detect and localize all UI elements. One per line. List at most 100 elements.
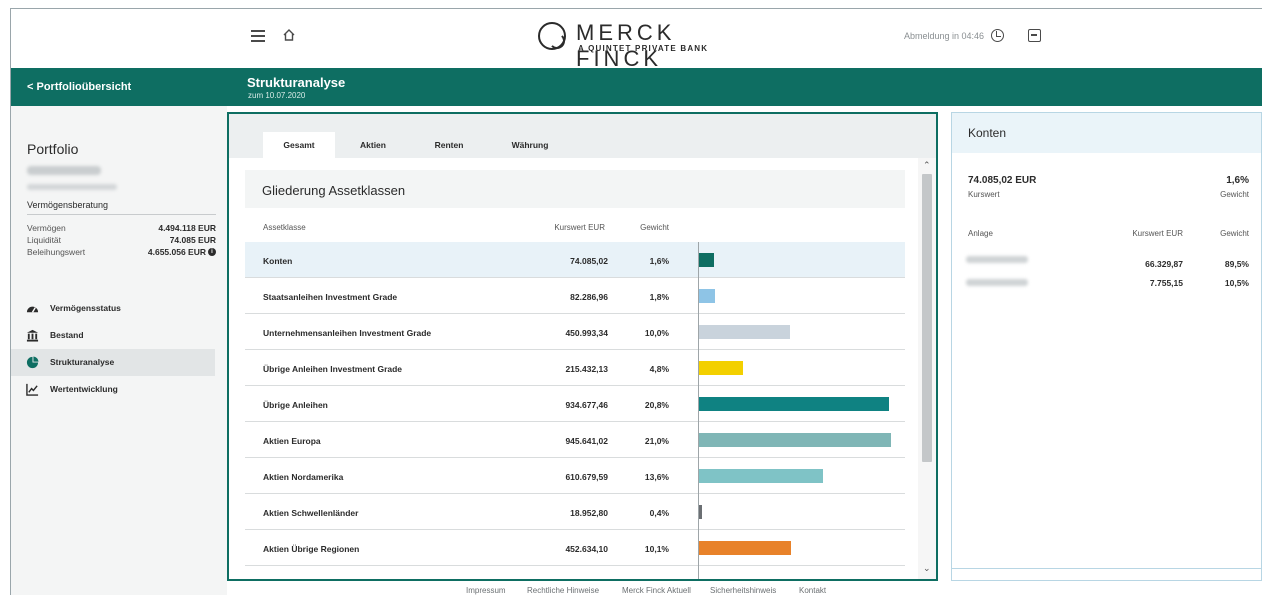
weight-bar <box>699 469 823 483</box>
scrollbar-thumb[interactable] <box>922 174 932 462</box>
konten-row-value: 66.329,87 <box>1145 259 1183 269</box>
market-value: 82.286,96 <box>570 292 608 302</box>
market-value: 215.432,13 <box>565 364 608 374</box>
weight-bar <box>699 361 743 375</box>
sidebar-item-label: Bestand <box>50 330 84 340</box>
konten-title: Konten <box>968 126 1007 140</box>
redacted-account <box>966 279 1028 286</box>
fact-liquiditaet: Liquidität 74.085 EUR <box>27 235 216 245</box>
konten-row-value: 7.755,15 <box>1149 278 1183 288</box>
table-row[interactable]: Staatsanleihen Investment Grade 82.286,96… <box>245 278 905 314</box>
tab-waehrung[interactable]: Währung <box>495 132 565 158</box>
footer-link-news[interactable]: Merck Finck Aktuell <box>622 586 691 595</box>
weight-bar <box>699 397 889 411</box>
konten-row-weight: 10,5% <box>1224 278 1249 288</box>
menu-icon[interactable] <box>251 30 265 42</box>
session-refresh-icon[interactable] <box>991 29 1004 42</box>
table-row[interactable]: Übrige Anleihen 934.677,46 20,8% <box>245 386 905 422</box>
tab-renten[interactable]: Renten <box>419 132 479 158</box>
fact-value: 4.494.118 EUR <box>158 223 216 233</box>
weight-value: 0,4% <box>649 508 669 518</box>
footer-link-impressum[interactable]: Impressum <box>466 586 506 595</box>
table-row[interactable]: Aktien Nordamerika 610.679,59 13,6% <box>245 458 905 494</box>
line-chart-icon <box>26 383 39 396</box>
fact-value: 4.655.056 EUR <box>147 247 206 257</box>
page-header-bar: < Portfolioübersicht Strukturanalyse zum… <box>11 68 1262 106</box>
logo-mark-icon <box>538 22 566 50</box>
asset-class-label: Übrige Anleihen <box>263 400 328 410</box>
weight-bar <box>699 325 790 339</box>
table-row[interactable]: Konten 74.085,02 1,6% <box>245 242 905 278</box>
column-header-weight: Gewicht <box>1220 229 1249 238</box>
structure-analysis-panel: Gesamt Aktien Renten Währung Gliederung … <box>227 112 938 581</box>
fact-value: 74.085 EUR <box>169 235 216 245</box>
sidebar-item-label: Strukturanalyse <box>50 357 115 367</box>
logout-icon[interactable] <box>1028 29 1041 42</box>
gauge-icon <box>26 306 39 313</box>
divider <box>27 214 216 215</box>
weight-bar <box>699 433 891 447</box>
page-title: Strukturanalyse <box>247 75 346 90</box>
konten-panel: Konten 74.085,02 EUR Kurswert 1,6% Gewic… <box>951 112 1262 581</box>
konten-amount-label: Kurswert <box>968 190 1000 199</box>
back-to-portfolio-link[interactable]: < Portfolioübersicht <box>27 81 131 93</box>
tab-gesamt[interactable]: Gesamt <box>263 132 335 158</box>
sidebar-item-wertentwicklung[interactable]: Wertentwicklung <box>11 376 215 403</box>
column-header-value: Kurswert EUR <box>1132 229 1183 238</box>
konten-amount: 74.085,02 EUR <box>968 175 1037 186</box>
table-row[interactable]: Aktien Übrige Regionen 452.634,10 10,1% <box>245 530 905 566</box>
konten-row-weight: 89,5% <box>1224 259 1249 269</box>
footer-link-security[interactable]: Sicherheitshinweis <box>710 586 776 595</box>
weight-value: 10,1% <box>644 544 669 554</box>
weight-bar <box>699 289 715 303</box>
fact-beleihungswert: Beleihungswert 4.655.056 EUR i <box>27 247 216 257</box>
konten-weight: 1,6% <box>1226 175 1249 186</box>
pie-chart-icon <box>26 356 39 369</box>
table-row[interactable]: Aktien Schwellenländer 18.952,80 0,4% <box>245 494 905 530</box>
sidebar-item-strukturanalyse[interactable]: Strukturanalyse <box>11 349 215 376</box>
table-row[interactable]: Aktien Europa 945.641,02 21,0% <box>245 422 905 458</box>
weight-bar <box>699 253 714 267</box>
merck-finck-logo[interactable]: MERCK FINCK A QUINTET PRIVATE BANK <box>538 20 768 71</box>
weight-bar <box>699 541 791 555</box>
chevron-down-icon[interactable]: ⌄ <box>923 563 931 574</box>
table-row[interactable]: Übrige Anleihen Investment Grade 215.432,… <box>245 350 905 386</box>
column-header-value: Kurswert EUR <box>554 223 605 232</box>
market-value: 450.993,34 <box>565 328 608 338</box>
market-value: 610.679,59 <box>565 472 608 482</box>
bank-icon <box>26 329 39 342</box>
scrollbar[interactable]: ⌃ ⌄ <box>918 158 936 579</box>
tab-aktien[interactable]: Aktien <box>343 132 403 158</box>
weight-value: 10,0% <box>644 328 669 338</box>
konten-row[interactable]: 7.755,15 10,5% <box>952 275 1261 295</box>
footer-link-contact[interactable]: Kontakt <box>799 586 826 595</box>
asset-class-label: Unternehmensanleihen Investment Grade <box>263 328 432 338</box>
info-icon[interactable]: i <box>208 248 216 256</box>
sidebar: Portfolio Vermögensberatung Vermögen 4.4… <box>11 106 227 595</box>
divider <box>952 568 1261 569</box>
home-icon[interactable] <box>282 28 296 42</box>
fact-label: Vermögen <box>27 223 66 233</box>
redacted-account <box>966 256 1028 263</box>
weight-value: 13,6% <box>644 472 669 482</box>
market-value: 452.634,10 <box>565 544 608 554</box>
market-value: 945.641,02 <box>565 436 608 446</box>
sidebar-item-label: Wertentwicklung <box>50 384 118 394</box>
konten-row[interactable]: 66.329,87 89,5% <box>952 252 1261 272</box>
card-title: Gliederung Assetklassen <box>262 183 406 198</box>
konten-weight-label: Gewicht <box>1220 190 1249 199</box>
portfolio-heading: Portfolio <box>27 141 79 157</box>
redacted-portfolio-number <box>27 166 101 175</box>
chevron-up-icon[interactable]: ⌃ <box>923 160 931 171</box>
fact-label: Liquidität <box>27 235 62 245</box>
asset-class-label: Aktien Europa <box>263 436 321 446</box>
fact-label: Beleihungswert <box>27 247 86 257</box>
weight-value: 21,0% <box>644 436 669 446</box>
sidebar-item-bestand[interactable]: Bestand <box>11 322 215 349</box>
sidebar-item-vermoegensstatus[interactable]: Vermögensstatus <box>11 295 215 322</box>
asset-class-label: Aktien Schwellenländer <box>263 508 359 518</box>
asset-class-label: Aktien Übrige Regionen <box>263 544 360 554</box>
table-row[interactable]: Unternehmensanleihen Investment Grade 450… <box>245 314 905 350</box>
weight-bar <box>699 505 702 519</box>
footer-link-legal[interactable]: Rechtliche Hinweise <box>527 586 599 595</box>
